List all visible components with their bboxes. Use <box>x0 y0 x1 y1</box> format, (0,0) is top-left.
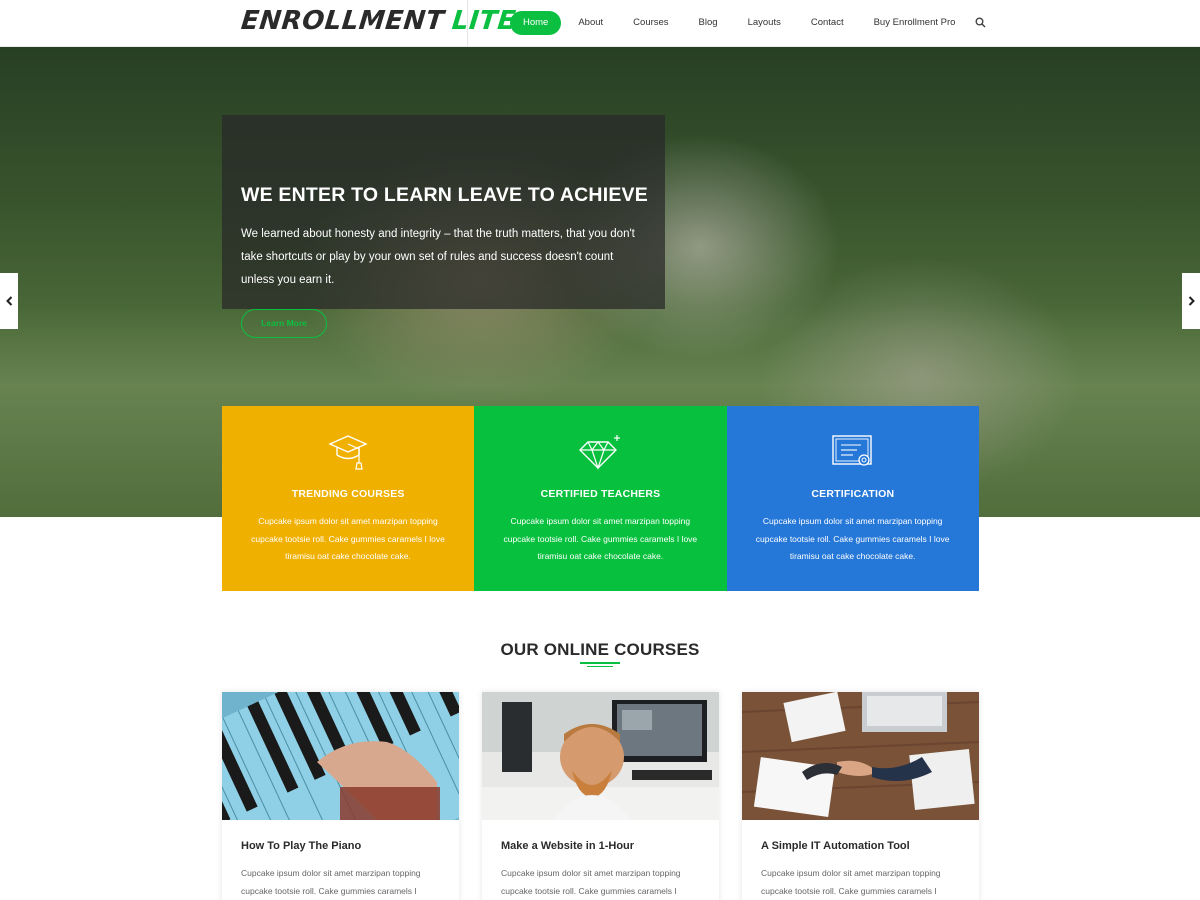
section-title-underline <box>580 662 620 668</box>
feature-certification[interactable]: CERTIFICATION Cupcake ipsum dolor sit am… <box>726 406 979 591</box>
nav-blog[interactable]: Blog <box>684 11 733 35</box>
course-excerpt: Cupcake ipsum dolor sit amet marzipan to… <box>761 868 941 896</box>
search-icon[interactable] <box>970 11 994 35</box>
main-nav: Home About Courses Blog Layouts Contact … <box>510 11 994 35</box>
nav-layouts[interactable]: Layouts <box>733 11 796 35</box>
logo-text-enrollment: ENROLLMENT <box>239 6 446 36</box>
site-header: ENROLLMENT LITE Home About Courses Blog … <box>0 0 1200 47</box>
section-title: OUR ONLINE COURSES <box>500 640 700 659</box>
nav-about[interactable]: About <box>563 11 618 35</box>
feature-certified-teachers[interactable]: CERTIFIED TEACHERS Cupcake ipsum dolor s… <box>474 406 727 591</box>
chevron-left-icon <box>5 296 12 306</box>
feature-title: CERTIFICATION <box>811 488 895 500</box>
graduation-cap-icon <box>328 435 368 470</box>
feature-text: Cupcake ipsum dolor sit amet marzipan to… <box>755 516 950 561</box>
feature-title: TRENDING COURSES <box>291 488 405 500</box>
hero-title: WE ENTER TO LEARN LEAVE TO ACHIEVE <box>241 184 648 206</box>
slider-prev-button[interactable] <box>0 273 18 329</box>
nav-contact[interactable]: Contact <box>796 11 859 35</box>
course-title[interactable]: Make a Website in 1-Hour <box>501 840 634 852</box>
piano-image <box>222 692 459 820</box>
chevron-right-icon <box>1188 296 1195 306</box>
automation-image <box>742 692 979 820</box>
logo-text-lite: LITE <box>450 6 518 36</box>
feature-boxes: TRENDING COURSES Cupcake ipsum dolor sit… <box>222 406 979 591</box>
learn-more-button[interactable]: Learn More <box>241 309 327 338</box>
website-image <box>482 692 719 820</box>
diamond-icon <box>579 435 621 470</box>
header-divider <box>467 0 468 47</box>
course-card-automation[interactable]: A Simple IT Automation Tool Cupcake ipsu… <box>742 692 979 900</box>
certificate-icon <box>832 435 872 466</box>
nav-home[interactable]: Home <box>510 11 562 35</box>
course-title[interactable]: How To Play The Piano <box>241 840 361 852</box>
course-title[interactable]: A Simple IT Automation Tool <box>761 840 910 852</box>
nav-buy-pro[interactable]: Buy Enrollment Pro <box>859 11 971 35</box>
feature-text: Cupcake ipsum dolor sit amet marzipan to… <box>251 516 445 561</box>
feature-text: Cupcake ipsum dolor sit amet marzipan to… <box>503 516 698 561</box>
course-excerpt: Cupcake ipsum dolor sit amet marzipan to… <box>501 868 681 896</box>
course-excerpt: Cupcake ipsum dolor sit amet marzipan to… <box>241 868 421 896</box>
feature-title: CERTIFIED TEACHERS <box>540 488 661 500</box>
nav-courses[interactable]: Courses <box>618 11 683 35</box>
feature-trending-courses[interactable]: TRENDING COURSES Cupcake ipsum dolor sit… <box>222 406 475 591</box>
course-card-piano[interactable]: How To Play The Piano Cupcake ipsum dolo… <box>222 692 459 900</box>
course-card-website[interactable]: Make a Website in 1-Hour Cupcake ipsum d… <box>482 692 719 900</box>
slider-next-button[interactable] <box>1182 273 1200 329</box>
site-logo[interactable]: ENROLLMENT LITE <box>239 6 518 40</box>
hero-description: We learned about honesty and integrity –… <box>241 228 635 286</box>
